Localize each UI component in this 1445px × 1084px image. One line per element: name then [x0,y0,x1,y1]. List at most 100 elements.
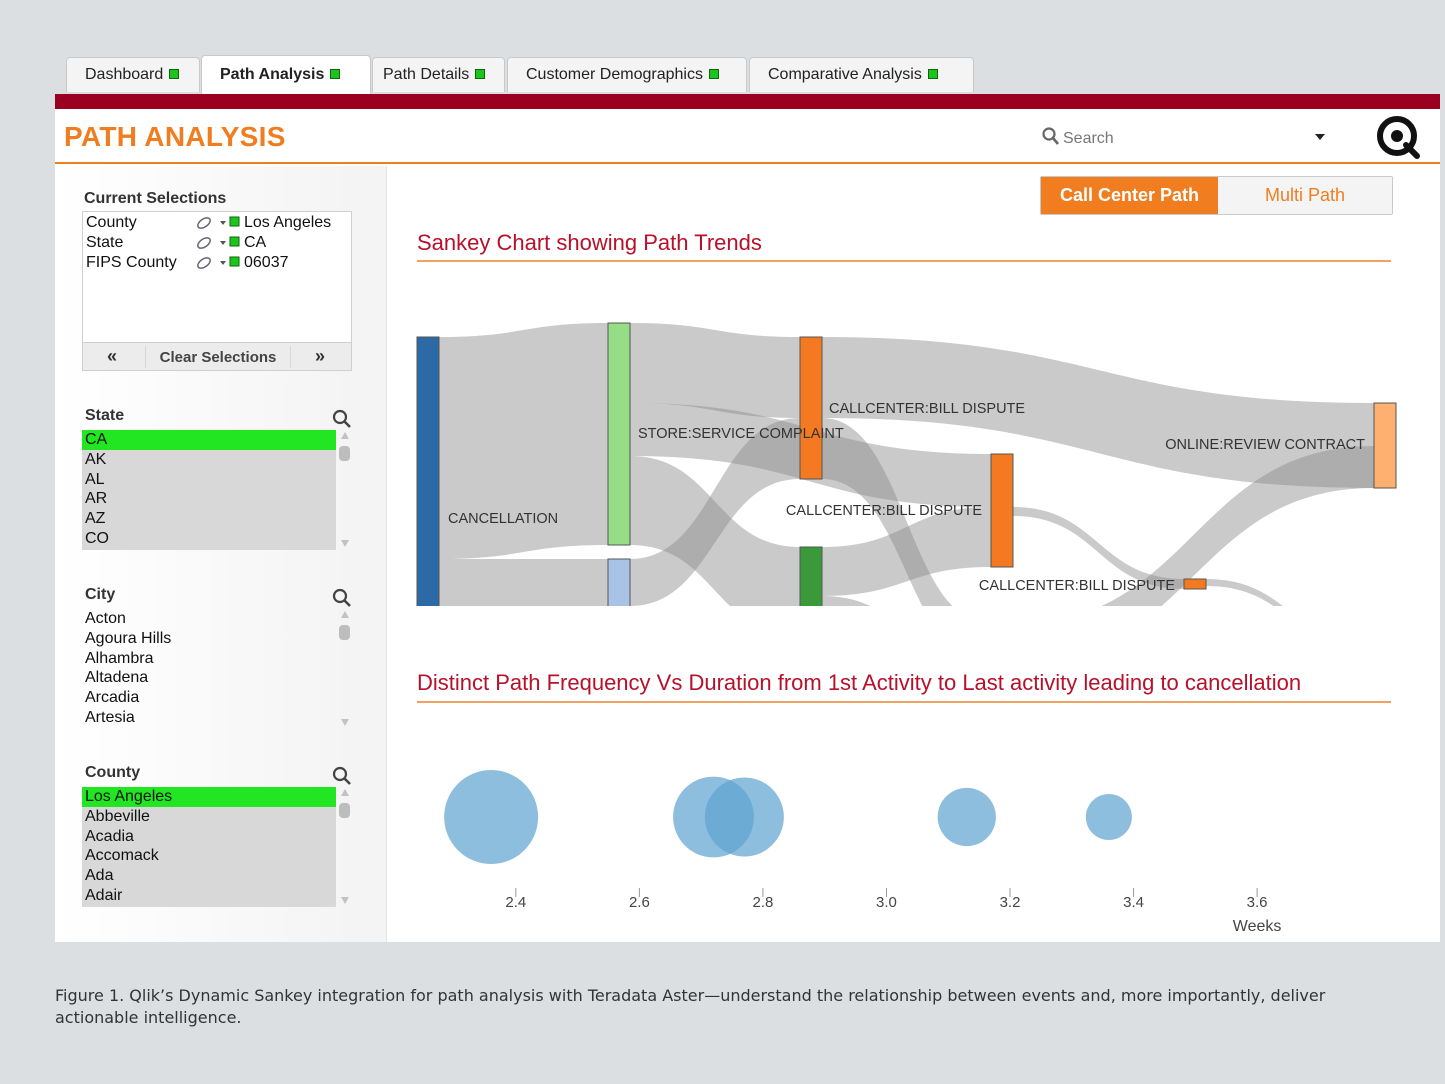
bubble-point[interactable] [673,776,754,858]
list-item[interactable]: Acton [82,609,336,629]
scroll-thumb[interactable] [339,803,350,818]
dropdown-caret-icon[interactable] [1315,134,1325,140]
x-tick-label: 2.6 [629,894,650,911]
green-status-icon [169,69,180,79]
search-icon[interactable] [332,588,352,608]
list-item[interactable]: CO [82,529,336,549]
sankey-node[interactable] [990,453,1014,568]
sankey-node[interactable] [416,336,440,606]
tab-label: Dashboard [85,66,164,83]
scroll-thumb[interactable] [339,625,350,640]
scrollbar[interactable] [338,787,352,907]
sankey-node[interactable] [607,322,631,546]
sankey-link[interactable] [439,558,608,606]
tab-customer-demographics[interactable]: Customer Demographics [507,57,747,92]
list-item[interactable]: AZ [82,509,336,529]
bubble-chart-title: Distinct Path Frequency Vs Duration from… [417,670,1302,695]
listbox-title: State [85,407,125,424]
selection-field: FIPS County [86,254,177,271]
sankey-node-label: ONLINE:REVIEW CONTRACT [1165,437,1365,453]
search-box[interactable]: Search [1040,124,1330,152]
sankey-link[interactable] [822,507,991,596]
list-item[interactable]: Accomack [82,846,336,866]
city-listbox: City Acton Agoura Hills Alhambra Altaden… [82,586,352,731]
qlik-logo[interactable] [1373,112,1423,162]
figure-caption: Figure 1. Qlik’s Dynamic Sankey integrat… [55,986,1326,1027]
search-placeholder: Search [1063,130,1114,147]
scroll-up-icon[interactable] [341,432,349,439]
tab-path-details[interactable]: Path Details [372,57,505,92]
scrollbar[interactable] [338,430,352,550]
scroll-down-icon[interactable] [341,897,349,904]
sankey-node[interactable] [799,336,823,480]
page-title: PATH ANALYSIS [64,121,286,152]
sankey-link[interactable] [822,596,991,606]
sankey-node-label: CALLCENTER:BILL DISPUTE [829,401,1025,417]
selection-value: 06037 [244,254,289,271]
tab-dashboard[interactable]: Dashboard [66,57,200,92]
selection-field: County [86,214,137,231]
scroll-up-icon[interactable] [341,789,349,796]
scroll-thumb[interactable] [339,446,350,461]
eraser-dropdown-icon[interactable] [194,215,244,231]
sankey-node-label: CALLCENTER:BILL DISPUTE [979,578,1175,594]
x-tick-label: 2.8 [752,894,773,911]
list-item[interactable]: AK [82,450,336,470]
bubble-point[interactable] [704,777,784,857]
sankey-link[interactable] [1206,579,1374,606]
selections-nav: « Clear Selections » [82,343,352,371]
state-listbox: State CA AK AL AR AZ CO [82,407,352,552]
x-tick-label: 3.0 [876,894,897,911]
back-icon[interactable]: « [107,346,117,367]
list-item[interactable]: Acadia [82,827,336,847]
main-panel: Call Center Path Multi Path Sankey Chart… [388,166,1440,942]
selection-value: CA [244,234,267,251]
tab-label: Path Analysis [220,66,325,83]
bubble-point[interactable] [937,787,996,847]
list-item[interactable]: Adair [82,886,336,906]
list-item[interactable]: Altadena [82,668,336,688]
scrollbar[interactable] [338,609,352,729]
list-item[interactable]: AR [82,489,336,509]
bubble-point[interactable] [444,770,539,864]
list-item[interactable]: Agoura Hills [82,629,336,649]
sankey-chart: CANCELLATIONSTORE:SERVICE COMPLAINTSTORE… [416,322,1397,606]
list-item[interactable]: Arcadia [82,688,336,708]
list-item[interactable]: Los Angeles [82,787,336,807]
list-item[interactable]: Abbeville [82,807,336,827]
tab-label: Customer Demographics [526,66,703,83]
tab-path-analysis[interactable]: Path Analysis [201,55,371,94]
listbox-items: CA AK AL AR AZ CO [82,430,336,550]
sankey-node[interactable] [1373,402,1397,489]
sankey-node[interactable] [607,558,631,606]
selection-row: State CA [86,234,350,254]
forward-icon[interactable]: » [315,346,325,367]
bubble-point[interactable] [1085,793,1132,841]
x-tick-label: 3.6 [1247,894,1268,911]
scroll-down-icon[interactable] [341,540,349,547]
search-icon[interactable] [332,766,352,786]
x-tick-label: 3.2 [1000,894,1021,911]
selection-field: State [86,234,124,251]
list-item[interactable]: Alhambra [82,649,336,669]
list-item[interactable]: CA [82,430,336,450]
sheet-tabs: Dashboard Path Analysis Path Details Cus… [55,55,1440,94]
list-item[interactable]: AL [82,470,336,490]
tab-comparative-analysis[interactable]: Comparative Analysis [749,57,974,92]
sankey-node[interactable] [1183,578,1207,590]
selection-row: County Los Angeles [86,214,350,234]
sankey-node-label: STORE:SERVICE COMPLAINT [638,426,844,442]
list-item[interactable]: Artesia [82,708,336,728]
divider [417,701,1391,703]
scroll-up-icon[interactable] [341,611,349,618]
list-item[interactable]: Ada [82,866,336,886]
sankey-node[interactable] [799,546,823,606]
sankey-node-label: CALLCENTER:BILL DISPUTE [786,503,982,519]
current-selections-title: Current Selections [84,190,227,207]
eraser-dropdown-icon[interactable] [194,255,244,271]
eraser-dropdown-icon[interactable] [194,235,244,251]
clear-selections-button[interactable]: Clear Selections [145,346,291,368]
search-icon[interactable] [332,409,352,429]
scroll-down-icon[interactable] [341,719,349,726]
listbox-items: Acton Agoura Hills Alhambra Altadena Arc… [82,609,336,729]
